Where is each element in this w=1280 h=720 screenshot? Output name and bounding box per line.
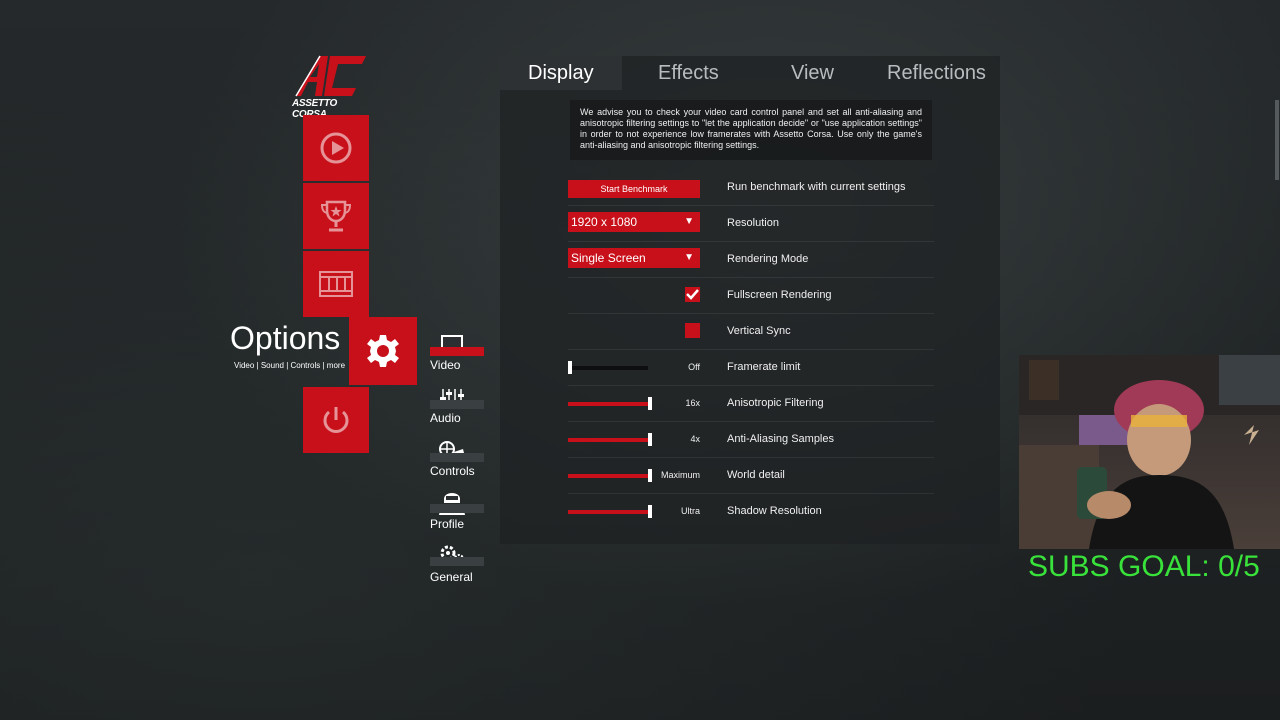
submenu-video[interactable]: Video bbox=[430, 334, 484, 374]
quit-tile[interactable] bbox=[303, 387, 369, 453]
slider-fill bbox=[568, 402, 650, 406]
shadow-resolution-value: Ultra bbox=[680, 506, 700, 516]
tab-display[interactable]: Display bbox=[500, 56, 622, 90]
slider-fill bbox=[568, 510, 650, 514]
controls-indicator bbox=[430, 453, 484, 462]
profile-indicator bbox=[430, 504, 484, 513]
vsync-checkbox[interactable] bbox=[685, 323, 700, 338]
submenu-profile[interactable]: Profile bbox=[430, 487, 484, 531]
replay-film-icon bbox=[319, 271, 353, 297]
start-benchmark-button[interactable]: Start Benchmark bbox=[568, 180, 700, 198]
aa-samples-slider[interactable] bbox=[568, 433, 652, 446]
drive-tile[interactable] bbox=[303, 115, 369, 181]
aa-samples-row: 4x Anti-Aliasing Samples bbox=[568, 422, 934, 458]
world-detail-row: Maximum World detail bbox=[568, 458, 934, 494]
slider-thumb[interactable] bbox=[648, 469, 652, 482]
tab-view[interactable]: View bbox=[791, 56, 834, 90]
submenu-controls-label: Controls bbox=[430, 464, 475, 478]
gear-icon bbox=[367, 335, 399, 367]
options-tile[interactable] bbox=[349, 317, 417, 385]
settings-tabs: Display Effects View Reflections bbox=[500, 56, 1000, 90]
assetto-corsa-logo: ASSETTO CORSA bbox=[290, 50, 370, 120]
benchmark-label: Run benchmark with current settings bbox=[727, 181, 906, 193]
slider-thumb[interactable] bbox=[648, 433, 652, 446]
slider-thumb[interactable] bbox=[648, 397, 652, 410]
options-title: Options bbox=[230, 320, 341, 356]
benchmark-row: Start Benchmark Run benchmark with curre… bbox=[568, 170, 934, 206]
submenu-video-label: Video bbox=[430, 358, 461, 372]
framerate-limit-row: Off Framerate limit bbox=[568, 350, 934, 386]
slider-thumb[interactable] bbox=[568, 361, 572, 374]
rendering-mode-dropdown[interactable]: Single Screen ▼ bbox=[568, 248, 700, 268]
aa-samples-label: Anti-Aliasing Samples bbox=[727, 433, 834, 445]
submenu-controls[interactable]: Controls bbox=[430, 440, 484, 480]
rendering-mode-value: Single Screen bbox=[571, 251, 646, 265]
anisotropic-value: 16x bbox=[685, 398, 700, 408]
anisotropic-row: 16x Anisotropic Filtering bbox=[568, 386, 934, 422]
world-detail-label: World detail bbox=[727, 469, 785, 481]
power-icon bbox=[323, 407, 349, 433]
replay-tile[interactable] bbox=[303, 251, 369, 317]
resolution-row: 1920 x 1080 ▼ Resolution bbox=[568, 206, 934, 242]
vsync-row: Vertical Sync bbox=[568, 314, 934, 350]
framerate-limit-value: Off bbox=[688, 362, 700, 372]
slider-fill bbox=[568, 474, 650, 478]
tab-reflections[interactable]: Reflections bbox=[887, 56, 986, 90]
aa-samples-value: 4x bbox=[690, 434, 700, 444]
shadow-resolution-label: Shadow Resolution bbox=[727, 505, 822, 517]
general-indicator bbox=[430, 557, 484, 566]
fullscreen-checkbox[interactable] bbox=[685, 287, 700, 302]
page-scrollbar[interactable] bbox=[1275, 100, 1279, 180]
resolution-label: Resolution bbox=[727, 217, 779, 229]
slider-thumb[interactable] bbox=[648, 505, 652, 518]
video-card-notice: We advise you to check your video card c… bbox=[570, 100, 932, 160]
drive-icon bbox=[320, 132, 352, 164]
fullscreen-row: Fullscreen Rendering bbox=[568, 278, 934, 314]
anisotropic-label: Anisotropic Filtering bbox=[727, 397, 824, 409]
world-detail-slider[interactable] bbox=[568, 469, 652, 482]
vsync-label: Vertical Sync bbox=[727, 325, 791, 337]
shadow-resolution-row: Ultra Shadow Resolution bbox=[568, 494, 934, 530]
audio-indicator bbox=[430, 400, 484, 409]
webcam-overlay bbox=[1019, 355, 1280, 549]
submenu-profile-label: Profile bbox=[430, 517, 465, 531]
world-detail-value: Maximum bbox=[660, 470, 700, 480]
trophy-icon bbox=[320, 200, 352, 232]
fullscreen-label: Fullscreen Rendering bbox=[727, 289, 832, 301]
options-subtitle: Video | Sound | Controls | more bbox=[234, 361, 346, 370]
framerate-limit-slider[interactable] bbox=[568, 361, 648, 374]
video-indicator bbox=[430, 347, 484, 356]
shadow-resolution-slider[interactable] bbox=[568, 505, 652, 518]
subs-goal-counter: SUBS GOAL: 0/5 bbox=[1028, 550, 1260, 583]
submenu-audio[interactable]: Audio bbox=[430, 387, 484, 427]
checkmark-icon bbox=[686, 289, 699, 300]
events-tile[interactable] bbox=[303, 183, 369, 249]
chevron-down-icon: ▼ bbox=[684, 252, 694, 263]
submenu-general[interactable]: General bbox=[430, 544, 484, 584]
framerate-limit-label: Framerate limit bbox=[727, 361, 801, 373]
resolution-dropdown[interactable]: 1920 x 1080 ▼ bbox=[568, 212, 700, 232]
slider-fill bbox=[568, 438, 650, 442]
tab-effects[interactable]: Effects bbox=[658, 56, 719, 90]
submenu-audio-label: Audio bbox=[430, 411, 461, 425]
rendering-mode-row: Single Screen ▼ Rendering Mode bbox=[568, 242, 934, 278]
submenu-general-label: General bbox=[430, 570, 473, 584]
rendering-mode-label: Rendering Mode bbox=[727, 253, 809, 265]
resolution-value: 1920 x 1080 bbox=[571, 215, 638, 229]
chevron-down-icon: ▼ bbox=[684, 216, 694, 227]
webcam-image bbox=[1019, 355, 1280, 549]
anisotropic-slider[interactable] bbox=[568, 397, 652, 410]
